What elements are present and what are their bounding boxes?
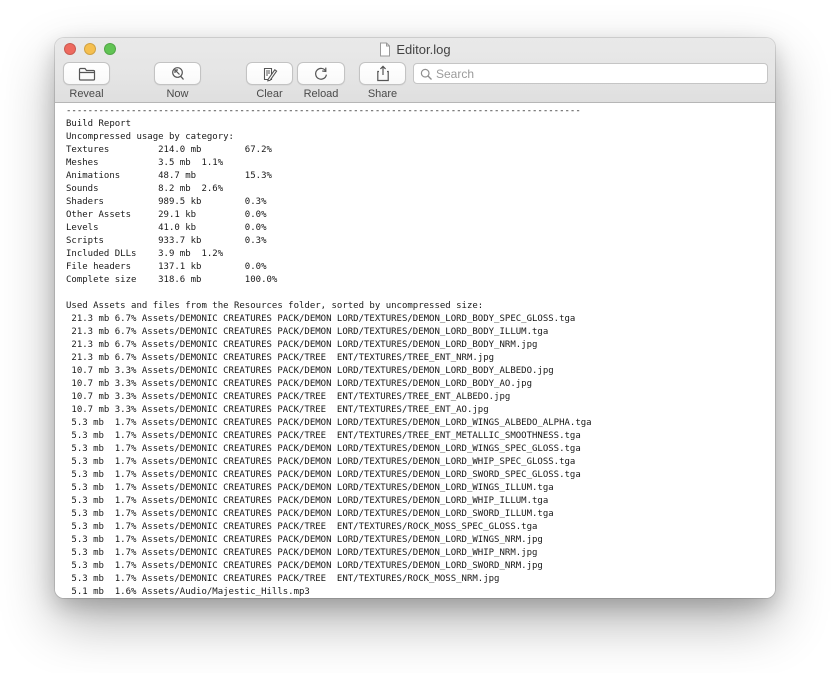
now-button[interactable] xyxy=(154,62,201,85)
share-button-label: Share xyxy=(359,88,406,100)
clear-button[interactable] xyxy=(246,62,293,85)
reload-icon xyxy=(313,66,329,82)
share-icon xyxy=(376,65,390,82)
now-button-label: Now xyxy=(154,88,201,100)
log-content-area[interactable]: ----------------------------------------… xyxy=(55,103,775,598)
reveal-button-label: Reveal xyxy=(63,88,110,100)
search-field xyxy=(413,63,768,84)
reload-button-label: Reload xyxy=(297,88,345,100)
share-button[interactable] xyxy=(359,62,406,85)
clear-button-label: Clear xyxy=(246,88,293,100)
reload-button[interactable] xyxy=(297,62,345,85)
window-title: Editor.log xyxy=(396,42,450,57)
window-chrome: Editor.log Reveal xyxy=(55,38,775,103)
log-viewer-window: Editor.log Reveal xyxy=(55,38,775,598)
reveal-button[interactable] xyxy=(63,62,110,85)
log-text: ----------------------------------------… xyxy=(66,105,761,598)
search-icon xyxy=(420,68,433,81)
document-icon xyxy=(379,42,391,57)
jump-to-now-icon xyxy=(170,66,186,82)
search-input[interactable] xyxy=(436,64,761,83)
title-bar[interactable]: Editor.log xyxy=(55,38,775,60)
window-title-area: Editor.log xyxy=(55,41,775,58)
clear-pencil-icon xyxy=(262,66,278,82)
folder-icon xyxy=(78,67,96,81)
